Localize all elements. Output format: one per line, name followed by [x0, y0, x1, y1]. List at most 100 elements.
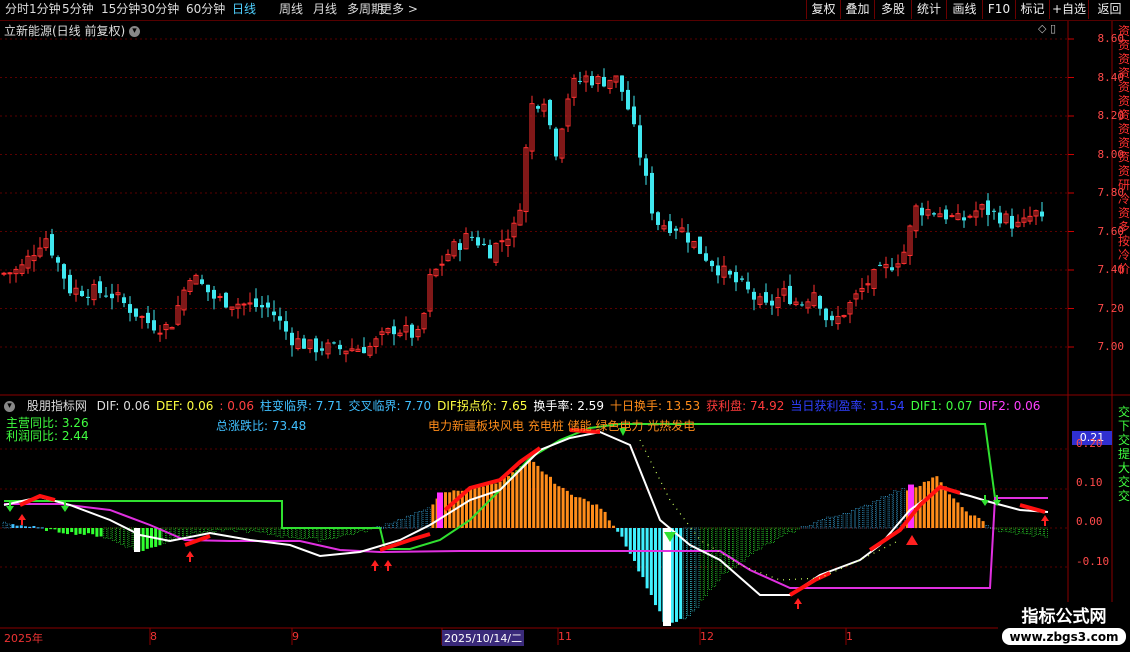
candle-down	[890, 267, 894, 271]
histogram-bar	[532, 461, 536, 528]
highlight-bar	[663, 528, 671, 626]
histogram-bar	[271, 527, 276, 535]
histogram-bar	[800, 526, 805, 529]
histogram-bar	[821, 519, 826, 529]
watermark-title: 指标公式网	[1022, 606, 1107, 627]
side-label-strip-lower: 交下交提大交交	[1118, 405, 1130, 503]
histogram-bar	[1044, 527, 1048, 538]
candle-down	[764, 292, 768, 303]
histogram-bar	[1019, 527, 1023, 534]
time-axis-label: 1	[846, 630, 853, 643]
histogram-bar	[582, 498, 586, 528]
histogram-bar	[36, 527, 40, 529]
histogram-bar	[477, 486, 481, 528]
candle-down	[698, 236, 702, 254]
histogram-bar	[695, 527, 700, 608]
candle-down	[986, 200, 990, 215]
histogram-bar	[741, 527, 746, 562]
candle-down	[62, 264, 66, 279]
histogram-bar	[1027, 527, 1032, 535]
histogram-bar	[788, 527, 792, 532]
histogram-bar	[1006, 527, 1011, 533]
histogram-bar	[1031, 527, 1036, 537]
candle-up	[967, 215, 973, 218]
histogram-bar	[574, 497, 578, 528]
histogram-bar	[258, 527, 263, 533]
histogram-bar	[66, 528, 69, 535]
histogram-bar	[397, 518, 402, 529]
candle-down	[302, 338, 306, 349]
histogram-bar	[511, 472, 515, 528]
histogram-bar	[830, 516, 834, 529]
candle-down	[56, 257, 60, 263]
buy-arrow-icon	[794, 598, 802, 609]
dif-up-segment	[788, 571, 831, 597]
histogram-bar	[956, 502, 960, 528]
buy-marker-icon	[906, 535, 918, 545]
histogram-bar	[111, 527, 116, 541]
histogram-bar	[246, 527, 250, 533]
histogram-bar	[612, 525, 615, 528]
histogram-bar	[242, 527, 246, 531]
candle-down	[554, 128, 558, 157]
histogram-bar	[557, 486, 561, 528]
candle-down	[224, 292, 228, 308]
histogram-bar	[183, 527, 187, 538]
histogram-bar	[384, 523, 389, 529]
indicator-field: 当日获利盈率: 31.54	[790, 399, 905, 413]
candle-down	[212, 289, 216, 299]
histogram-bar	[1023, 527, 1027, 535]
histogram-bar	[624, 528, 628, 547]
candle-down	[362, 347, 366, 354]
histogram-bar	[116, 527, 120, 543]
histogram-bar	[767, 527, 771, 544]
indicator-field: DIF: 0.06	[96, 399, 150, 413]
histogram-bar	[750, 527, 754, 554]
dropdown-icon[interactable]: ▾	[4, 401, 15, 412]
indicator-field: DEF: 0.06	[156, 399, 214, 413]
time-axis-label: 12	[700, 630, 714, 643]
histogram-bar	[523, 463, 527, 528]
candle-down	[674, 228, 678, 231]
candle-down	[632, 106, 636, 125]
histogram-bar	[716, 527, 721, 582]
histogram-bar	[187, 527, 192, 537]
histogram-bar	[237, 527, 242, 530]
candle-down	[392, 326, 396, 335]
histogram-bar	[313, 527, 318, 539]
histogram-bar	[32, 526, 36, 528]
histogram-bar	[342, 527, 347, 536]
histogram-bar	[737, 527, 742, 565]
histogram-bar	[40, 527, 44, 529]
buy-arrow-icon	[186, 551, 194, 562]
histogram-bar	[708, 527, 712, 590]
histogram-bar	[595, 504, 599, 528]
histogram-bar	[783, 527, 788, 534]
histogram-bar	[334, 527, 339, 539]
candle-down	[734, 272, 738, 283]
histogram-bar	[410, 515, 414, 529]
histogram-bar	[2, 521, 7, 529]
candle-down	[152, 320, 156, 331]
histogram-bar	[561, 487, 565, 528]
kline-chart[interactable]	[0, 0, 1130, 650]
histogram-bar	[654, 528, 657, 606]
sell-arrow-icon	[981, 495, 989, 506]
histogram-bar	[846, 513, 851, 529]
histogram-bar	[254, 527, 259, 532]
candle-down	[962, 217, 966, 221]
candle-down	[332, 342, 336, 344]
candle-down	[656, 212, 660, 225]
histogram-bar	[817, 520, 822, 529]
indicator-name[interactable]: 股朋指标网	[27, 399, 87, 413]
histogram-bar	[528, 460, 531, 528]
candle-down	[752, 291, 756, 300]
histogram-bar	[473, 486, 477, 528]
histogram-bar	[599, 508, 603, 528]
indicator-tick-label: 0.20	[1076, 437, 1103, 450]
histogram-bar	[867, 504, 872, 529]
candle-down	[200, 279, 204, 284]
candle-down	[146, 312, 150, 324]
candle-down	[86, 296, 90, 298]
indicator-field: 十日换手: 13.53	[609, 399, 701, 413]
